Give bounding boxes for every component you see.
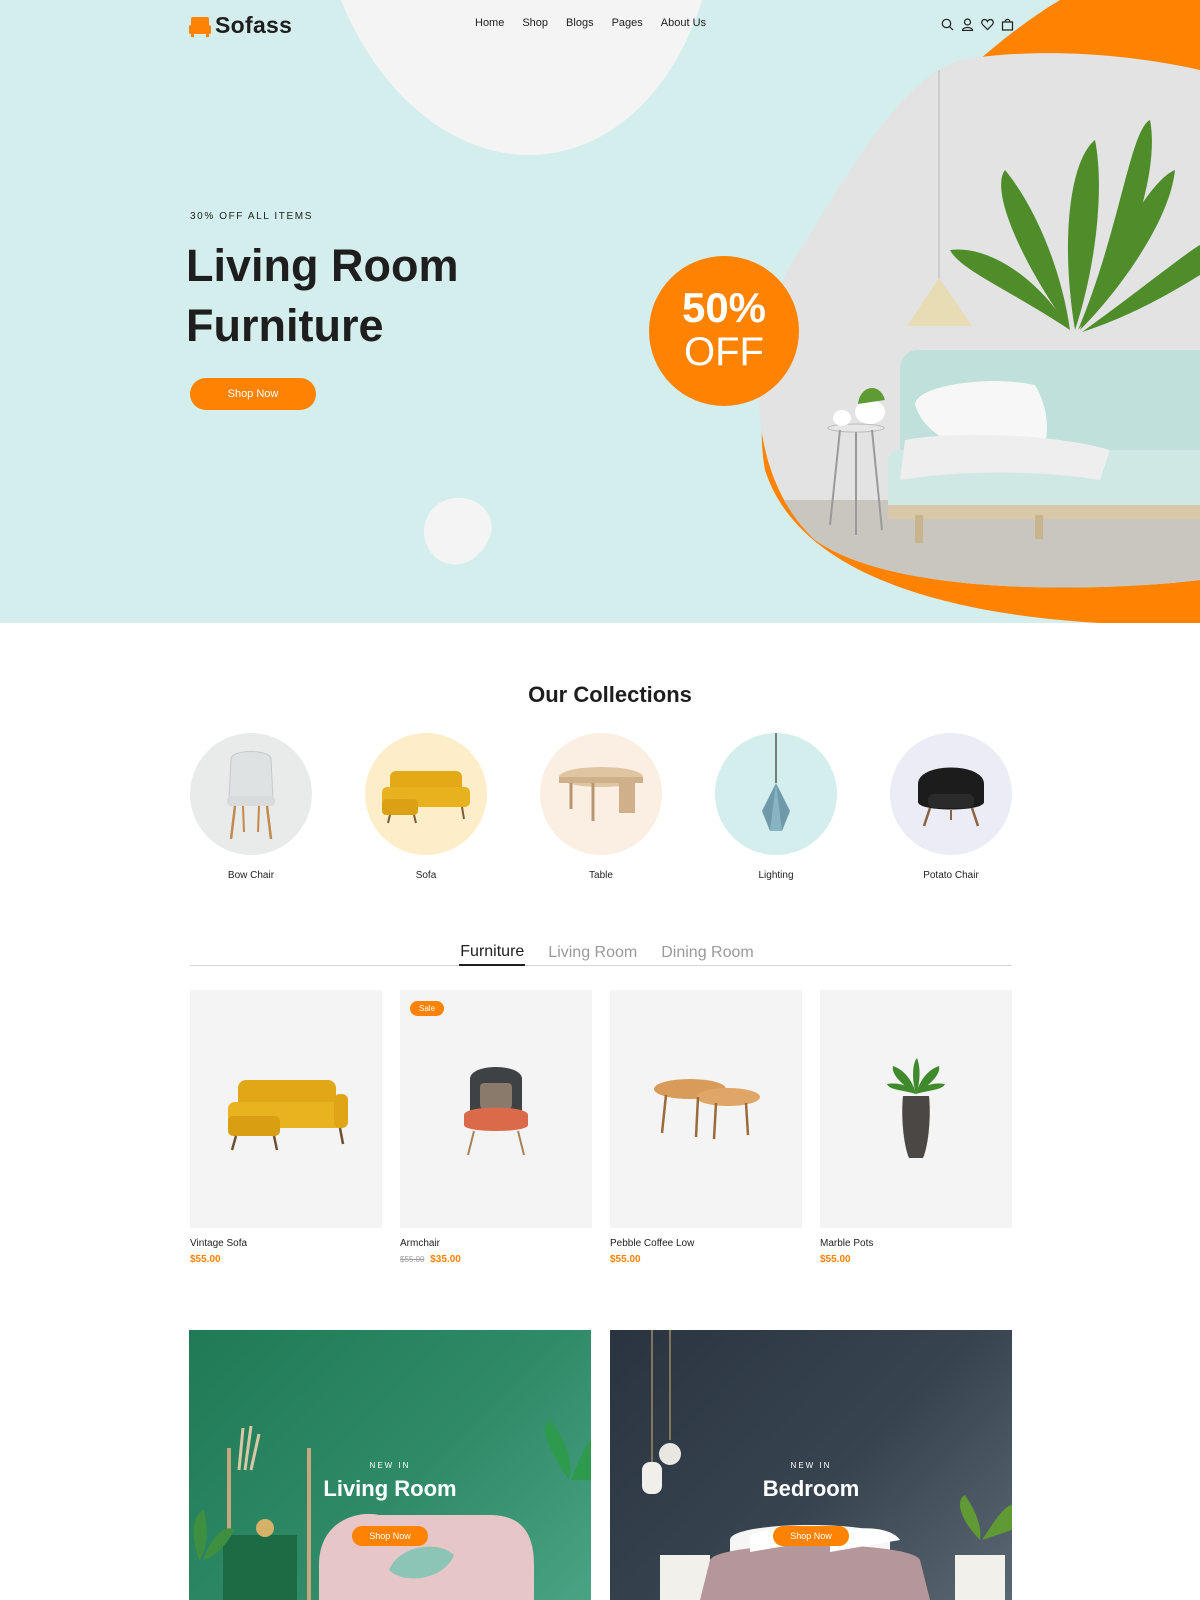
hero-shop-now-button[interactable]: Shop Now (190, 378, 316, 410)
hero-title-line1: Living Room (186, 240, 459, 291)
hero-title-line2: Furniture (186, 300, 384, 351)
discount-badge: 50% OFF (649, 256, 799, 406)
bedroom-shop-now-button[interactable]: Shop Now (773, 1526, 849, 1546)
collections-list: Bow Chair Sofa Table Lighting Potato Cha… (190, 733, 1012, 881)
product-tabs: Furniture Living Room Dining Room (190, 940, 1012, 966)
product-name[interactable]: Marble Pots (820, 1238, 1012, 1249)
product-name[interactable]: Vintage Sofa (190, 1238, 382, 1249)
product-card[interactable]: Vintage Sofa $55.00 (190, 990, 382, 1265)
collection-name: Bow Chair (227, 870, 275, 881)
cart-icon[interactable] (1001, 18, 1014, 31)
collection-item[interactable]: Sofa (365, 733, 487, 881)
collection-name: Sofa (415, 870, 437, 881)
collection-image-lighting (715, 733, 837, 855)
heart-icon[interactable] (981, 18, 994, 31)
main-nav: Home Shop Blogs Pages About Us (475, 17, 706, 29)
collection-image-table (540, 733, 662, 855)
badge-percent: 50% (681, 284, 767, 331)
collection-name: Lighting (758, 870, 794, 881)
collection-item[interactable]: Table (540, 733, 662, 881)
sale-badge: Sale (410, 1001, 445, 1016)
living-room-shop-now-button[interactable]: Shop Now (352, 1526, 428, 1546)
site-header: Sofass Home Shop Blogs Pages About Us (0, 0, 1200, 55)
product-image-pebble-coffee-low[interactable] (610, 990, 802, 1228)
hero-eyebrow: 30% OFF ALL ITEMS (190, 211, 313, 222)
brand-name: Sofass (215, 12, 293, 38)
collection-name: Table (589, 870, 613, 881)
collection-image-bow-chair (190, 733, 312, 855)
product-price: $55.00 (610, 1254, 641, 1265)
product-price: $55.00 (820, 1254, 851, 1265)
product-price: $55.00 (190, 1254, 221, 1265)
product-price: $35.00 (430, 1254, 461, 1265)
nav-home[interactable]: Home (475, 17, 504, 29)
tab-living-room[interactable]: Living Room (547, 940, 638, 966)
product-price-row: $55.00 $35.00 (400, 1254, 592, 1265)
collection-item[interactable]: Lighting (715, 733, 837, 881)
product-name[interactable]: Armchair (400, 1238, 592, 1249)
nav-about-us[interactable]: About Us (661, 17, 706, 29)
product-image-vintage-sofa[interactable] (190, 990, 382, 1228)
hero-image (758, 0, 1200, 623)
collection-item[interactable]: Bow Chair (190, 733, 312, 881)
header-actions (941, 18, 1014, 32)
product-grid: Vintage Sofa $55.00 Sale Armchair $55.00… (190, 990, 1012, 1265)
banner-title: Bedroom (762, 1476, 860, 1501)
product-card[interactable]: Marble Pots $55.00 (820, 990, 1012, 1265)
collection-image-potato-chair (890, 733, 1012, 855)
sofa-logo-icon (189, 16, 211, 37)
logo[interactable]: Sofass (189, 12, 292, 39)
tab-dining-room[interactable]: Dining Room (660, 940, 754, 966)
nav-blogs[interactable]: Blogs (566, 17, 594, 29)
nav-pages[interactable]: Pages (612, 17, 643, 29)
product-name[interactable]: Pebble Coffee Low (610, 1238, 802, 1249)
collections-title: Our Collections (528, 682, 692, 707)
search-icon[interactable] (941, 18, 954, 31)
nav-shop[interactable]: Shop (522, 17, 548, 29)
collection-name: Potato Chair (923, 870, 979, 881)
living-room-banner[interactable]: NEW IN Living Room Shop Now (189, 1330, 591, 1600)
bedroom-banner[interactable]: NEW IN Bedroom Shop Now (610, 1330, 1012, 1600)
hero-section: Sofass Home Shop Blogs Pages About Us 30… (0, 0, 1200, 623)
collection-image-sofa (365, 733, 487, 855)
product-image-marble-pots[interactable] (820, 990, 1012, 1228)
product-image-armchair[interactable]: Sale (400, 990, 592, 1228)
product-card[interactable]: Pebble Coffee Low $55.00 (610, 990, 802, 1265)
collection-item[interactable]: Potato Chair (890, 733, 1012, 881)
banner-eyebrow: NEW IN (790, 1461, 832, 1470)
badge-off: OFF (684, 330, 764, 374)
banner-title: Living Room (323, 1476, 457, 1501)
hero-title: Living Room Furniture (186, 236, 526, 356)
tab-furniture[interactable]: Furniture (459, 940, 526, 966)
product-card[interactable]: Sale Armchair $55.00 $35.00 (400, 990, 592, 1265)
user-icon[interactable] (961, 18, 974, 32)
banner-eyebrow: NEW IN (369, 1461, 411, 1470)
product-old-price: $55.00 (400, 1255, 425, 1264)
